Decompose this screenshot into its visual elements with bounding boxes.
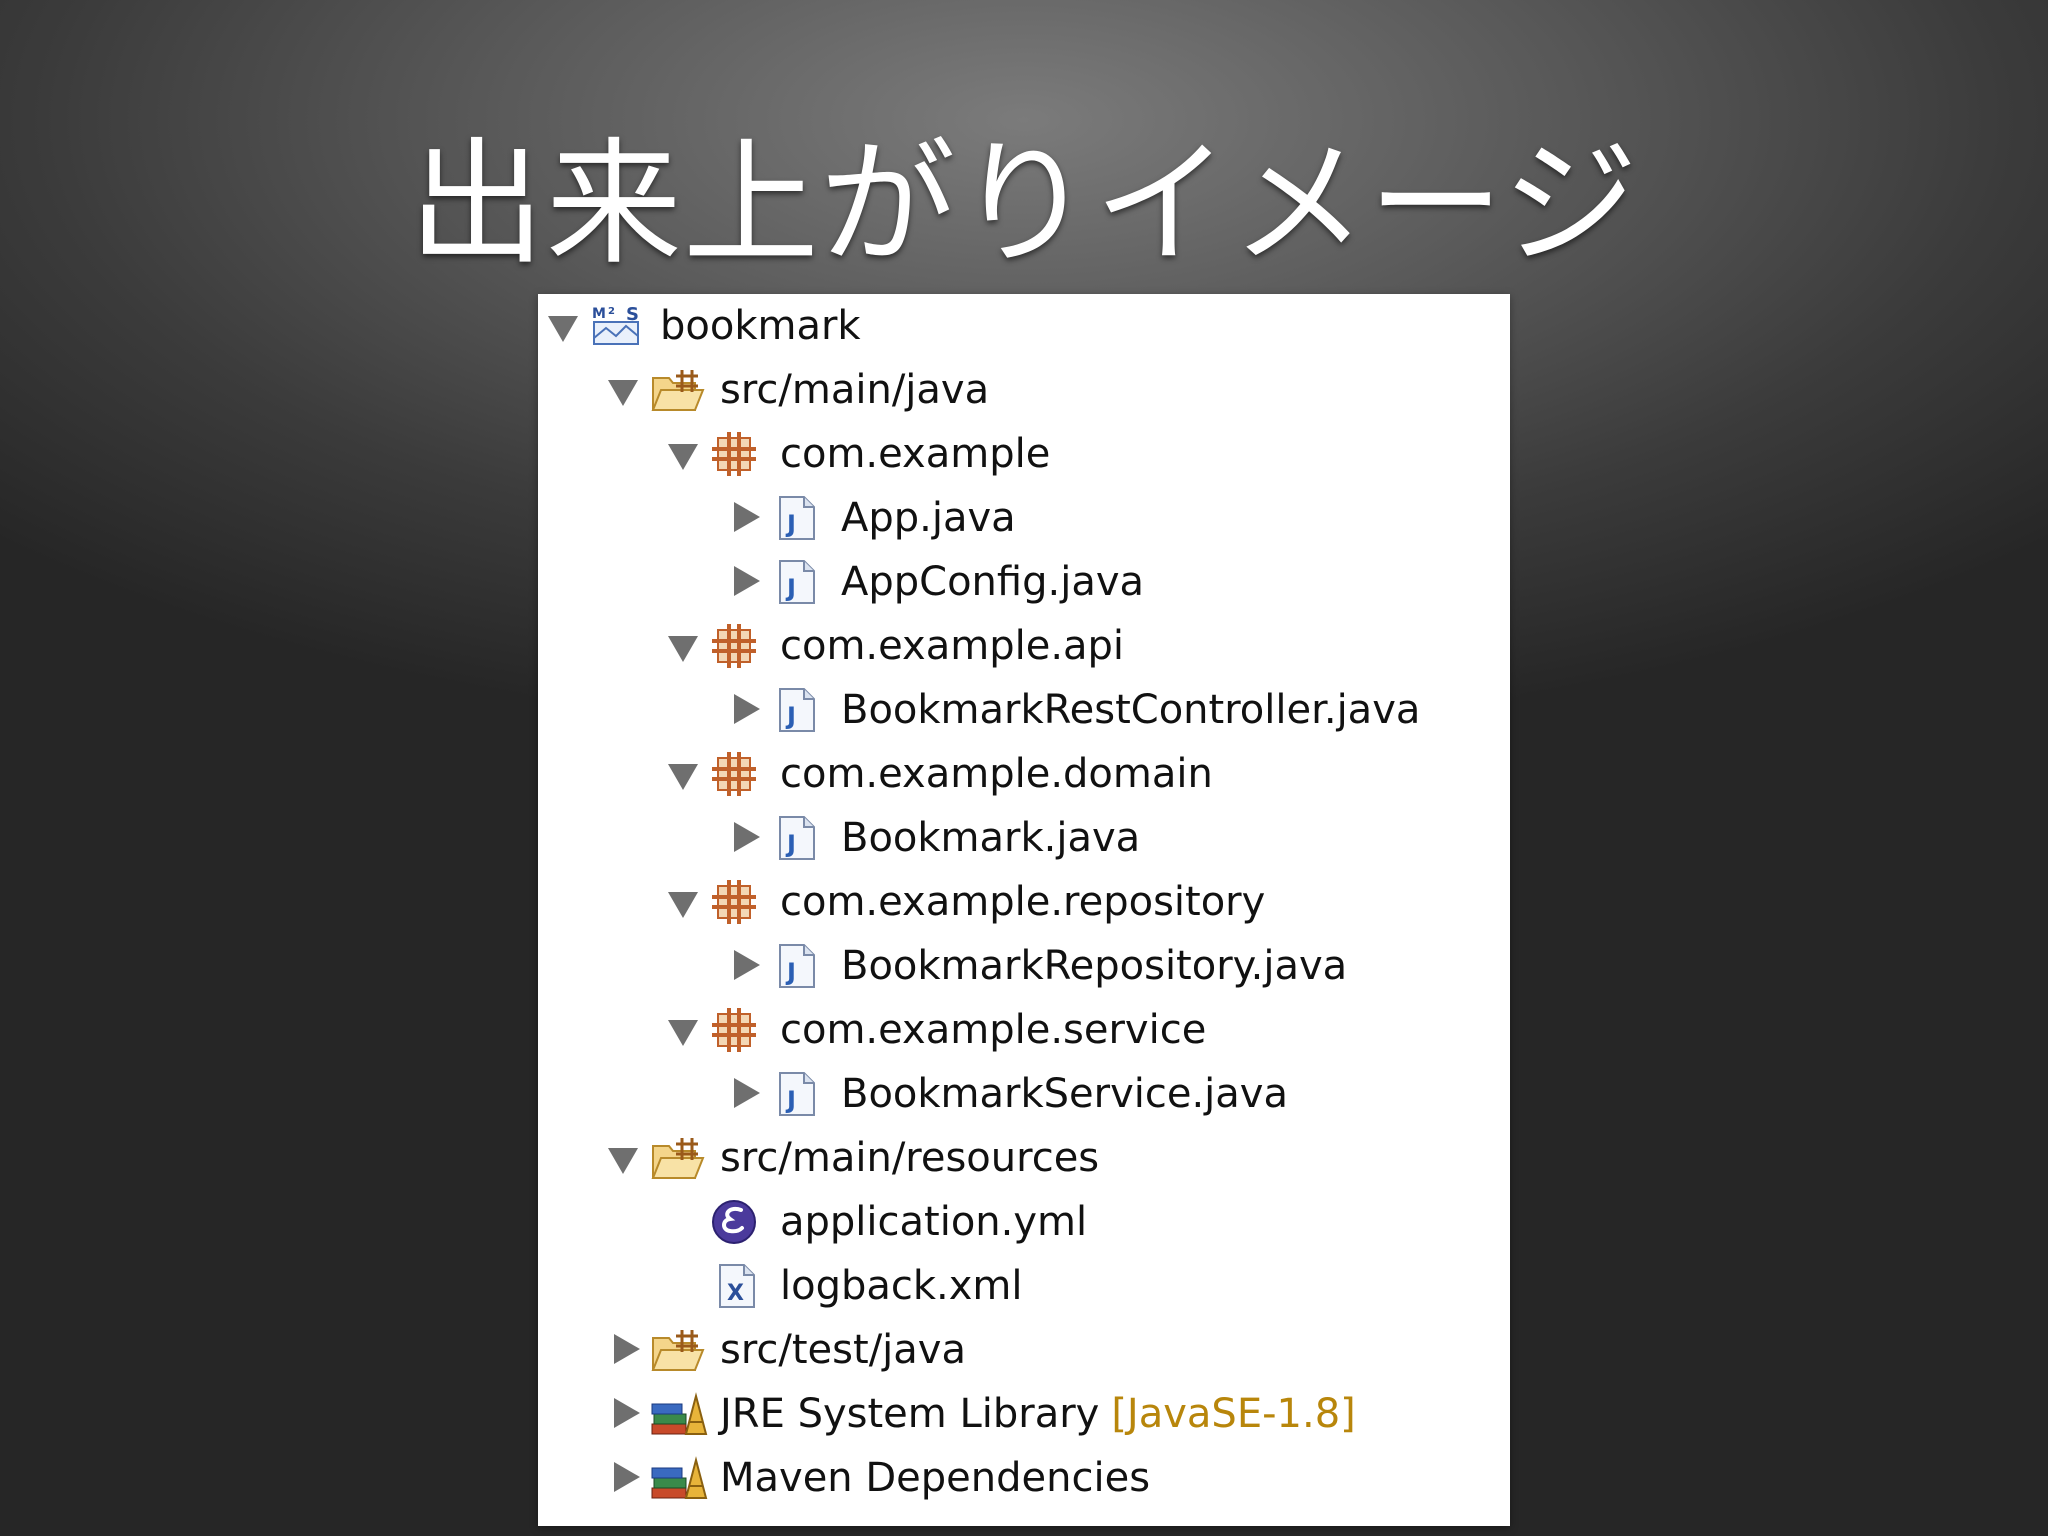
tree-row-file-application-yml[interactable]: application.yml <box>538 1190 1510 1254</box>
library-icon <box>650 1390 708 1438</box>
tree-row-src-main-resources[interactable]: src/main/resources <box>538 1126 1510 1190</box>
svg-text:M: M <box>592 306 606 322</box>
package-icon <box>710 878 758 926</box>
svg-text:J: J <box>785 510 796 538</box>
tree-row-project-bookmark[interactable]: M 2 S bookmark <box>538 294 1510 358</box>
tree-row-file-bookmark-repository[interactable]: J BookmarkRepository.java <box>538 934 1510 998</box>
svg-text:J: J <box>785 574 796 602</box>
tree-label: com.example <box>780 431 1051 477</box>
expand-toggle-icon[interactable] <box>548 316 578 342</box>
tree-row-package-repository[interactable]: com.example.repository <box>538 870 1510 934</box>
tree-label: Bookmark.java <box>841 815 1141 861</box>
svg-text:J: J <box>785 1086 796 1114</box>
tree-row-src-test-java[interactable]: src/test/java <box>538 1318 1510 1382</box>
collapse-toggle-icon[interactable] <box>614 1398 640 1428</box>
tree-label: com.example.repository <box>780 879 1266 925</box>
source-folder-icon <box>650 1326 705 1374</box>
svg-text:J: J <box>785 958 796 986</box>
java-file-icon: J <box>772 942 820 990</box>
tree-row-package-api[interactable]: com.example.api <box>538 614 1510 678</box>
library-name: JRE System Library <box>720 1391 1100 1437</box>
tree-label: src/main/java <box>720 367 990 413</box>
collapse-toggle-icon[interactable] <box>734 822 760 852</box>
tree-row-package-com-example[interactable]: com.example <box>538 422 1510 486</box>
xml-file-icon: X <box>712 1262 760 1310</box>
tree-row-jre-system-library[interactable]: JRE System Library [JavaSE-1.8] <box>538 1382 1510 1446</box>
java-file-icon: J <box>772 686 820 734</box>
collapse-toggle-icon[interactable] <box>614 1462 640 1492</box>
tree-row-file-bookmark-java[interactable]: J Bookmark.java <box>538 806 1510 870</box>
svg-text:J: J <box>785 702 796 730</box>
tree-row-file-bookmark-rest-controller[interactable]: J BookmarkRestController.java <box>538 678 1510 742</box>
collapse-toggle-icon[interactable] <box>734 950 760 980</box>
tree-label: com.example.domain <box>780 751 1213 797</box>
expand-toggle-icon[interactable] <box>668 444 698 470</box>
tree-label: AppConfig.java <box>841 559 1145 605</box>
tree-label: application.yml <box>780 1199 1088 1245</box>
svg-text:X: X <box>727 1281 744 1306</box>
source-folder-icon <box>650 366 705 414</box>
expand-toggle-icon[interactable] <box>668 892 698 918</box>
expand-toggle-icon[interactable] <box>668 636 698 662</box>
tree-row-file-logback-xml[interactable]: X logback.xml <box>538 1254 1510 1318</box>
slide-title: 出来上がりイメージ <box>408 126 1640 284</box>
svg-text:S: S <box>626 304 639 325</box>
tree-label: JRE System Library [JavaSE-1.8] <box>720 1382 1356 1446</box>
package-icon <box>710 622 758 670</box>
tree-row-package-domain[interactable]: com.example.domain <box>538 742 1510 806</box>
maven-project-icon: M 2 S <box>590 302 639 350</box>
tree-label: BookmarkRestController.java <box>841 687 1421 733</box>
package-icon <box>710 430 758 478</box>
tree-row-file-appconfig-java[interactable]: J AppConfig.java <box>538 550 1510 614</box>
expand-toggle-icon[interactable] <box>668 1020 698 1046</box>
tree-label: logback.xml <box>780 1263 1023 1309</box>
tree-label: bookmark <box>660 303 861 349</box>
collapse-toggle-icon[interactable] <box>734 566 760 596</box>
yaml-file-icon <box>710 1198 758 1246</box>
expand-toggle-icon[interactable] <box>608 1148 638 1174</box>
tree-label: src/main/resources <box>720 1135 1100 1181</box>
tree-label: BookmarkService.java <box>841 1071 1288 1117</box>
tree-row-file-bookmark-service[interactable]: J BookmarkService.java <box>538 1062 1510 1126</box>
tree-row-file-app-java[interactable]: J App.java <box>538 486 1510 550</box>
source-folder-icon <box>650 1134 705 1182</box>
package-icon <box>710 750 758 798</box>
collapse-toggle-icon[interactable] <box>734 502 760 532</box>
library-icon <box>650 1454 708 1502</box>
tree-row-maven-dependencies[interactable]: Maven Dependencies <box>538 1446 1510 1510</box>
java-file-icon: J <box>772 814 820 862</box>
tree-label: BookmarkRepository.java <box>841 943 1348 989</box>
tree-label: src/test/java <box>720 1327 966 1373</box>
tree-label: App.java <box>841 495 1016 541</box>
tree-row-src-main-java[interactable]: src/main/java <box>538 358 1510 422</box>
tree-row-package-service[interactable]: com.example.service <box>538 998 1510 1062</box>
java-file-icon: J <box>772 494 820 542</box>
svg-text:2: 2 <box>608 306 615 317</box>
collapse-toggle-icon[interactable] <box>734 1078 760 1108</box>
collapse-toggle-icon[interactable] <box>614 1334 640 1364</box>
library-decoration: [JavaSE-1.8] <box>1111 1391 1356 1437</box>
tree-label: com.example.api <box>780 623 1125 669</box>
collapse-toggle-icon[interactable] <box>734 694 760 724</box>
tree-label: Maven Dependencies <box>720 1455 1151 1501</box>
expand-toggle-icon[interactable] <box>608 380 638 406</box>
tree-label: com.example.service <box>780 1007 1207 1053</box>
java-file-icon: J <box>772 1070 820 1118</box>
project-explorer-tree[interactable]: M 2 S bookmark src/main/java com.example… <box>538 294 1510 1526</box>
package-icon <box>710 1006 758 1054</box>
svg-text:J: J <box>785 830 796 858</box>
expand-toggle-icon[interactable] <box>668 764 698 790</box>
java-file-icon: J <box>772 558 820 606</box>
